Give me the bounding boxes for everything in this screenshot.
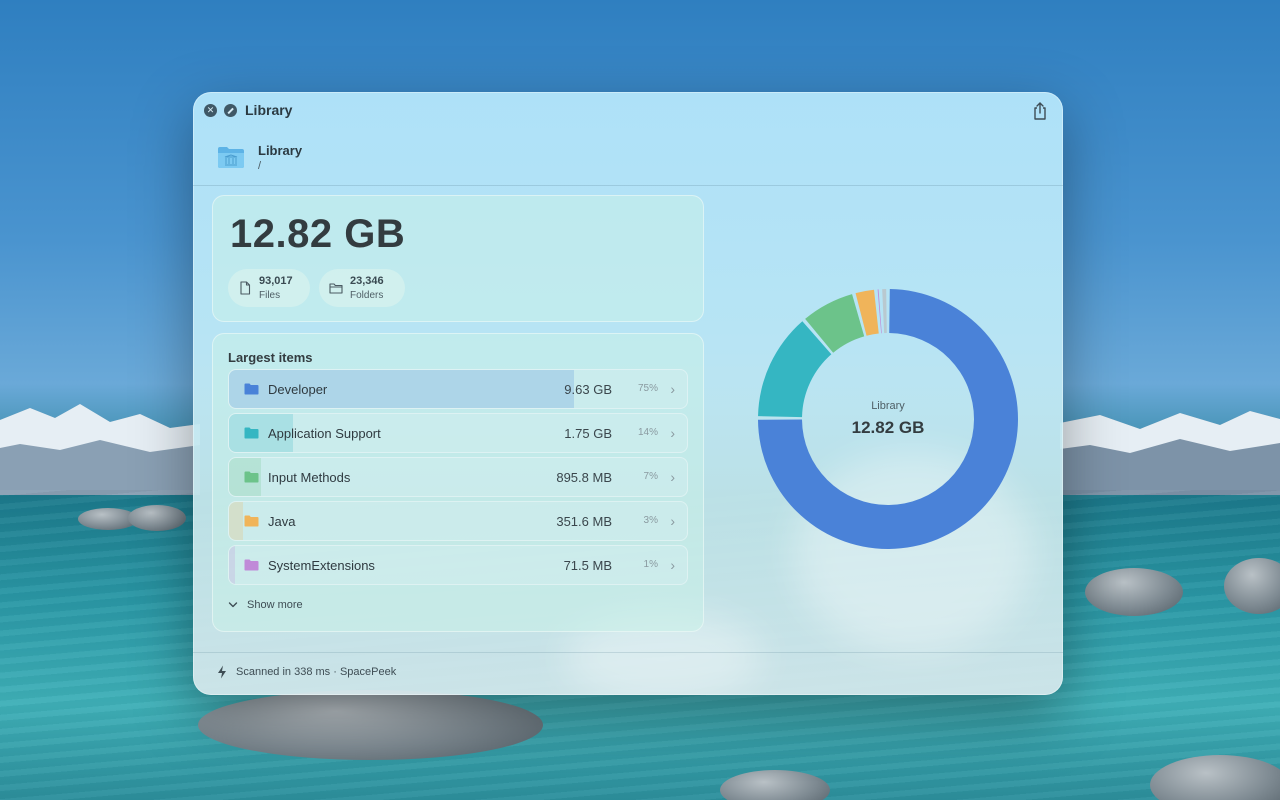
location-name: Library	[258, 143, 303, 158]
location-header: Library /	[193, 130, 1063, 186]
folder-outline-icon	[329, 283, 343, 294]
item-size: 9.63 GB	[564, 382, 612, 397]
total-size: 12.82 GB	[230, 212, 406, 256]
folder-icon	[244, 515, 259, 527]
donut-center-label: Library	[871, 400, 905, 412]
chevron-right-icon: ›	[670, 381, 675, 397]
summary-card: 12.82 GB 93,017 Files 23,346 Folders	[212, 195, 704, 322]
item-name: Input Methods	[268, 470, 351, 485]
item-name: Developer	[268, 382, 328, 397]
item-percent: 1%	[643, 559, 658, 570]
chevron-right-icon: ›	[670, 469, 675, 485]
usage-bar	[229, 546, 235, 584]
item-percent: 7%	[643, 471, 658, 482]
largest-items-title: Largest items	[228, 350, 313, 365]
rock	[78, 508, 138, 530]
lightning-icon	[218, 665, 226, 679]
largest-item-row[interactable]: Java 351.6 MB 3% ›	[228, 501, 688, 541]
scan-status: Scanned in 338 ms · SpacePeek	[236, 666, 397, 678]
largest-item-row[interactable]: Input Methods 895.8 MB 7% ›	[228, 457, 688, 497]
largest-item-row[interactable]: Application Support 1.75 GB 14% ›	[228, 413, 688, 453]
mountains-left	[0, 404, 200, 495]
rock	[128, 505, 186, 531]
files-count: 93,017	[259, 275, 293, 287]
window-title: Library	[245, 102, 293, 118]
status-footer: Scanned in 338 ms · SpacePeek	[193, 652, 1063, 695]
mountains-right	[1060, 411, 1280, 495]
location-path: /	[258, 160, 262, 172]
files-label: Files	[259, 290, 281, 301]
folders-label: Folders	[350, 290, 384, 301]
chevron-right-icon: ›	[670, 425, 675, 441]
item-size: 1.75 GB	[564, 426, 612, 441]
item-size: 895.8 MB	[556, 470, 612, 485]
chevron-right-icon: ›	[670, 557, 675, 573]
chevron-down-icon	[228, 602, 238, 608]
block-icon[interactable]	[224, 104, 237, 117]
item-name: SystemExtensions	[268, 558, 375, 573]
title-bar: ✕ Library	[193, 92, 1063, 130]
donut-slice-other	[882, 289, 887, 334]
files-stat: 93,017 Files	[228, 269, 310, 307]
show-more-label: Show more	[247, 599, 303, 611]
folders-count: 23,346	[350, 275, 384, 287]
item-name: Java	[268, 514, 296, 529]
folders-stat: 23,346 Folders	[319, 269, 405, 307]
rock	[1224, 558, 1280, 614]
item-percent: 3%	[643, 515, 658, 526]
usage-donut-chart: Library 12.82 GB	[757, 288, 1019, 550]
donut-slice-systemextensions	[877, 289, 882, 334]
share-icon[interactable]	[1031, 101, 1049, 121]
rock	[1150, 755, 1280, 800]
folder-icon	[244, 383, 259, 395]
folder-icon	[244, 559, 259, 571]
folder-icon	[244, 427, 259, 439]
folder-icon	[218, 147, 244, 168]
document-icon	[240, 281, 251, 295]
largest-item-row[interactable]: Developer 9.63 GB 75% ›	[228, 369, 688, 409]
largest-items-card: Largest items Developer 9.63 GB 75% › Applic…	[212, 333, 704, 632]
close-icon[interactable]: ✕	[204, 104, 217, 117]
rock	[720, 770, 830, 800]
usage-bar	[229, 502, 243, 540]
item-size: 71.5 MB	[563, 558, 612, 573]
chevron-right-icon: ›	[670, 513, 675, 529]
rock	[1085, 568, 1183, 616]
folder-icon	[244, 471, 259, 483]
largest-item-row[interactable]: SystemExtensions 71.5 MB 1% ›	[228, 545, 688, 585]
item-size: 351.6 MB	[556, 514, 612, 529]
item-percent: 75%	[637, 383, 658, 394]
app-window: ✕ Library Library / 12.82 GB 93,017 File…	[193, 92, 1063, 695]
rock	[198, 690, 543, 760]
donut-center-value: 12.82 GB	[851, 418, 925, 437]
item-name: Application Support	[268, 426, 381, 441]
item-percent: 14%	[637, 427, 658, 438]
